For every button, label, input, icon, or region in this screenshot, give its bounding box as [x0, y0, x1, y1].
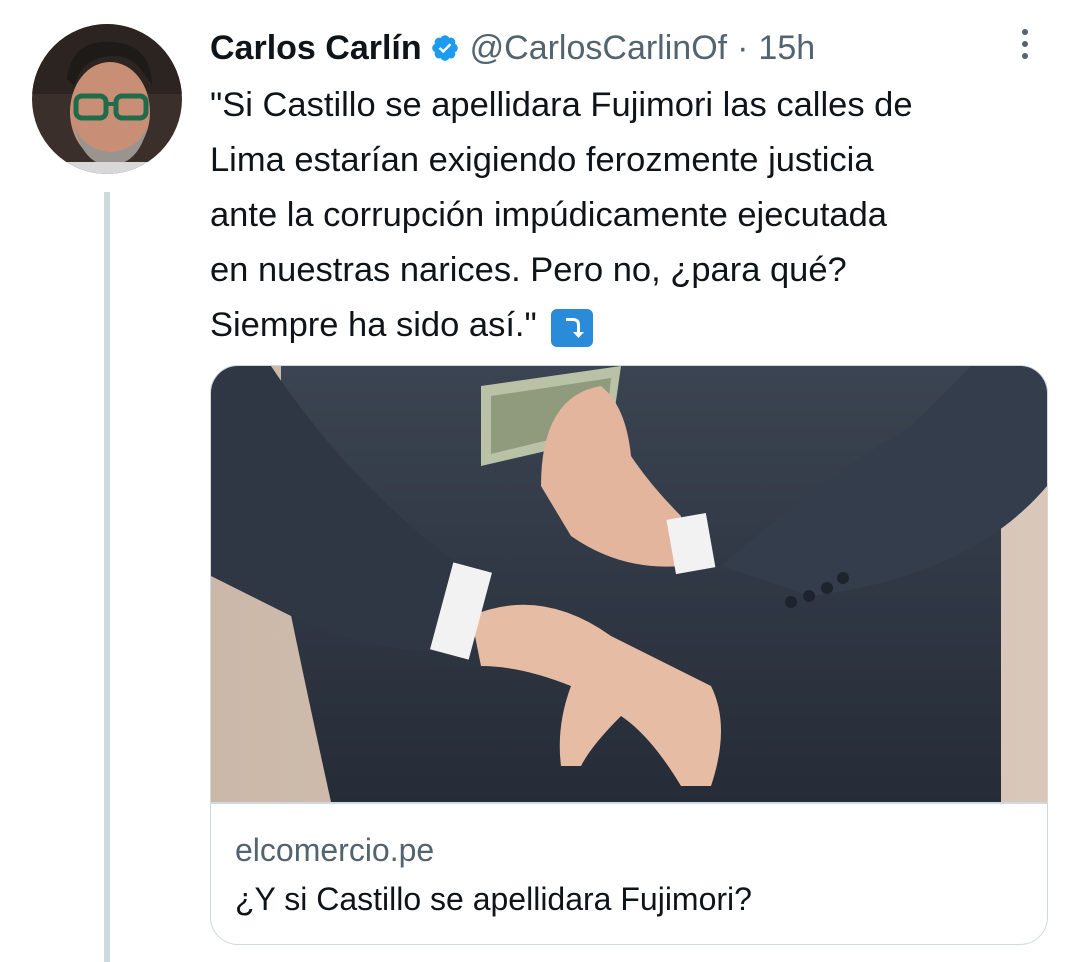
tweet-text-line-last: Siempre ha sido así."	[210, 298, 1050, 353]
tweet-text-line: Lima estarían exigiendo ferozmente justi…	[210, 141, 874, 179]
tweet-header: Carlos Carlín @CarlosCarlinOf · 15h	[210, 26, 815, 70]
verified-badge-icon	[430, 33, 460, 63]
profile-photo-icon	[32, 24, 182, 174]
more-vertical-icon[interactable]	[1010, 22, 1040, 66]
tweet-text-line: "Si Castillo se apellidara Fujimori las …	[210, 86, 913, 124]
tweet-text-line: en nuestras narices. Pero no, ¿para qué?	[210, 251, 847, 289]
tweet-text-line: ante la corrupción impúdicamente ejecuta…	[210, 196, 887, 234]
author-display-name[interactable]: Carlos Carlín	[210, 29, 422, 68]
card-divider	[211, 802, 1047, 804]
tweet-text-line: Siempre ha sido así."	[210, 306, 537, 344]
photo-hands-behind-back-with-money-icon	[211, 366, 1047, 802]
thread-connector-line	[104, 192, 110, 962]
link-card-domain: elcomercio.pe	[235, 832, 435, 868]
link-card-title: ¿Y si Castillo se apellidara Fujimori?	[235, 881, 752, 917]
link-preview-card[interactable]: elcomercio.pe ¿Y si Castillo se apellida…	[210, 365, 1048, 945]
tweet-text: "Si Castillo se apellidara Fujimori las …	[210, 78, 1050, 353]
tweet-timestamp[interactable]: 15h	[758, 29, 815, 68]
link-preview-image[interactable]	[211, 366, 1047, 802]
separator-dot: ·	[737, 28, 749, 67]
author-handle[interactable]: @CarlosCarlinOf	[470, 29, 727, 68]
avatar[interactable]	[32, 24, 182, 174]
arrow-down-right-emoji-icon	[550, 309, 593, 347]
